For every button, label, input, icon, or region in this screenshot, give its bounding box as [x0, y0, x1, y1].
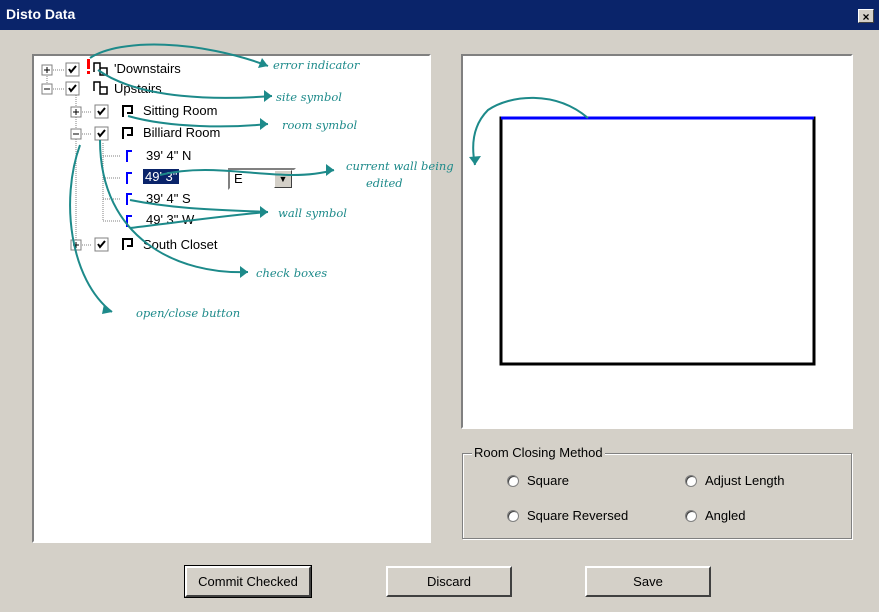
radio-button[interactable] — [507, 474, 519, 487]
radio-button[interactable] — [685, 509, 697, 522]
radio-adjust-length[interactable]: Adjust Length — [685, 473, 785, 488]
radio-button[interactable] — [685, 474, 697, 487]
radio-square-label: Square — [527, 473, 569, 488]
annotation-error-indicator: error indicator — [273, 58, 360, 72]
radio-square-reversed[interactable]: Square Reversed — [507, 508, 628, 523]
annotation-current-wall: current wall being — [346, 159, 454, 173]
annotation-open-close: open/close button — [136, 306, 241, 320]
radio-button[interactable] — [507, 509, 519, 522]
radio-angled[interactable]: Angled — [685, 508, 745, 523]
radio-angled-label: Angled — [705, 508, 746, 523]
commit-checked-button[interactable]: Commit Checked — [184, 565, 312, 598]
save-button[interactable]: Save — [585, 566, 711, 597]
radio-square-reversed-label: Square Reversed — [527, 508, 629, 523]
discard-button[interactable]: Discard — [386, 566, 512, 597]
room-closing-method-group — [462, 453, 852, 539]
annotation-wall-symbol: wall symbol — [278, 206, 347, 220]
room-closing-method-label: Room Closing Method — [472, 445, 605, 460]
radio-square[interactable]: Square — [507, 473, 569, 488]
annotation-current-wall-2: edited — [366, 176, 403, 190]
annotation-room-symbol: room symbol — [282, 118, 358, 132]
annotation-check-boxes: check boxes — [256, 266, 328, 280]
annotation-site-symbol: site symbol — [276, 90, 342, 104]
radio-adjust-length-label: Adjust Length — [705, 473, 785, 488]
